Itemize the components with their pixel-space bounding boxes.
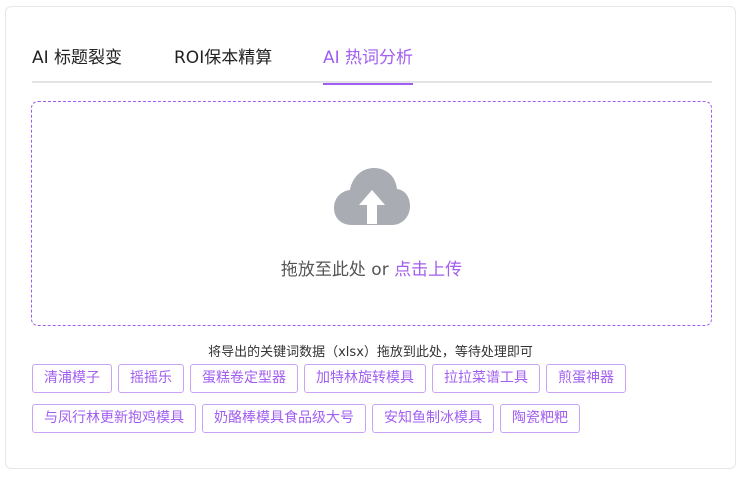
tab-roi-calc[interactable]: ROI保本精算 (174, 47, 272, 83)
tag-row-1: 清浦模子 摇摇乐 蛋糕卷定型器 加特林旋转模具 拉拉菜谱工具 煎蛋神器 (32, 364, 722, 393)
keyword-tag[interactable]: 摇摇乐 (118, 364, 184, 393)
keyword-tag[interactable]: 加特林旋转模具 (304, 364, 426, 393)
hotword-panel: AI 标题裂变 ROI保本精算 AI 热词分析 拖放至此处 or 点击上传 将导… (5, 6, 736, 469)
upload-dropzone[interactable]: 拖放至此处 or 点击上传 (31, 101, 712, 326)
tag-row-2: 与凤行林更新抱鸡模具 奶酪棒模具食品级大号 安知鱼制冰模具 陶瓷粑粑 (32, 404, 722, 433)
drop-instruction: 拖放至此处 or 点击上传 (32, 255, 711, 280)
keyword-tag[interactable]: 蛋糕卷定型器 (190, 364, 298, 393)
keyword-tag[interactable]: 奶酪棒模具食品级大号 (202, 404, 366, 433)
cloud-upload-icon (334, 168, 410, 225)
keyword-tag[interactable]: 煎蛋神器 (546, 364, 626, 393)
click-upload-link[interactable]: 点击上传 (394, 260, 462, 280)
tab-title-fission[interactable]: AI 标题裂变 (32, 47, 122, 83)
keyword-tag[interactable]: 清浦模子 (32, 364, 112, 393)
upload-hint: 将导出的关键词数据（xlsx）拖放到此处，等待处理即可 (208, 345, 533, 360)
drop-label: 拖放至此处 (280, 260, 366, 280)
keyword-tag[interactable]: 拉拉菜谱工具 (432, 364, 540, 393)
keyword-tag[interactable]: 与凤行林更新抱鸡模具 (32, 404, 196, 433)
drop-or: or (365, 260, 395, 280)
keyword-tag[interactable]: 安知鱼制冰模具 (372, 404, 494, 433)
tab-hotword-analysis[interactable]: AI 热词分析 (323, 47, 414, 85)
tab-bar: AI 标题裂变 ROI保本精算 AI 热词分析 (32, 47, 712, 85)
keyword-tag[interactable]: 陶瓷粑粑 (500, 404, 580, 433)
keyword-tags: 清浦模子 摇摇乐 蛋糕卷定型器 加特林旋转模具 拉拉菜谱工具 煎蛋神器 与凤行林更新抱鸡模… (32, 364, 722, 444)
